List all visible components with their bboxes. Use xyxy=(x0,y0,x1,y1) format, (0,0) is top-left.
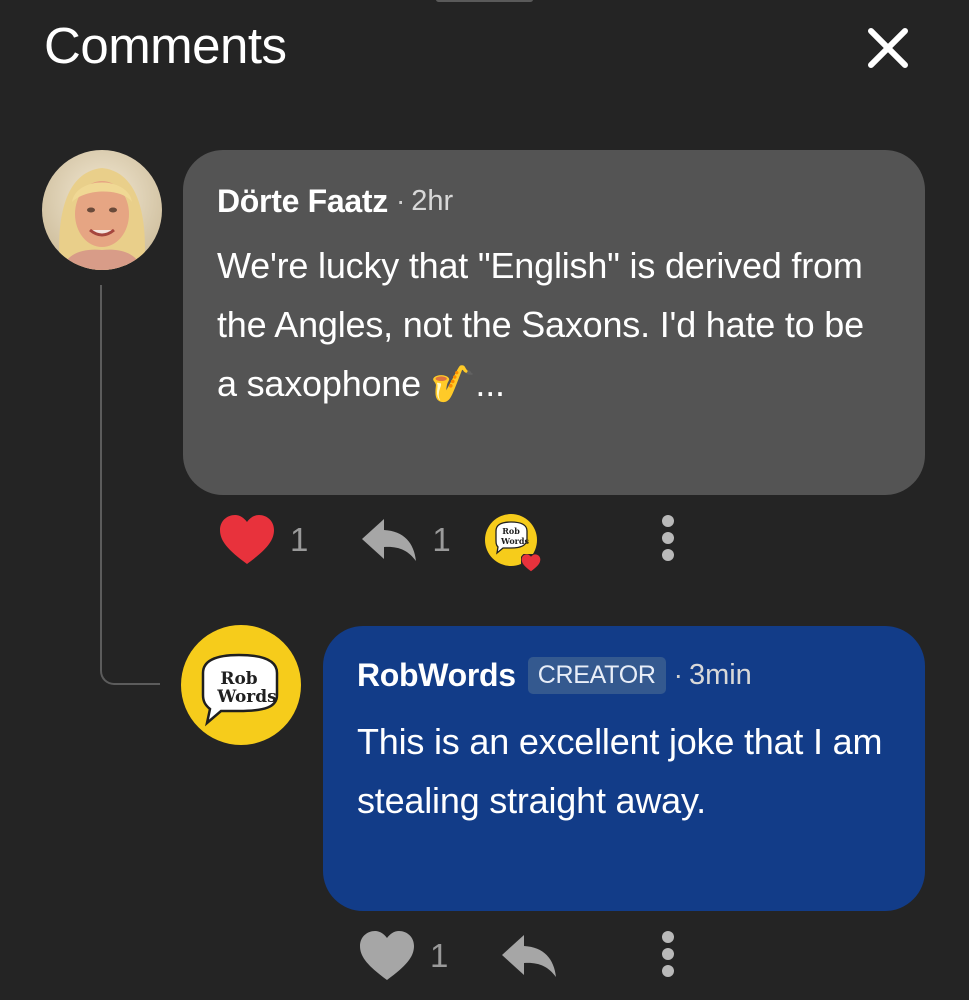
page-title: Comments xyxy=(44,17,287,74)
drag-handle[interactable] xyxy=(436,0,533,2)
comment-time: 2hr xyxy=(411,184,454,217)
more-vertical-icon xyxy=(662,515,674,527)
reply-icon xyxy=(502,935,557,977)
comment-text: This is an excellent joke that I am stea… xyxy=(357,721,883,821)
reply-thread-line xyxy=(100,285,160,685)
comment-time: 3min xyxy=(688,658,752,691)
like-count: 1 xyxy=(290,521,309,558)
heart-icon xyxy=(360,931,414,980)
creator-badge: CREATOR xyxy=(527,656,666,694)
avatar[interactable] xyxy=(42,150,162,270)
like-button[interactable]: 1 xyxy=(358,930,448,982)
comment-meta: Dörte Faatz · 2hr xyxy=(217,180,891,222)
more-vertical-icon-dot xyxy=(662,948,674,960)
svg-text:Rob: Rob xyxy=(220,669,257,689)
more-vertical-icon-dot xyxy=(662,549,674,561)
svg-text:Words: Words xyxy=(216,687,276,707)
user-photo-avatar xyxy=(42,150,162,270)
close-button[interactable] xyxy=(858,18,918,78)
robwords-logo-icon: Rob Words xyxy=(201,653,279,727)
more-vertical-icon-dot xyxy=(662,965,674,977)
heart-icon xyxy=(220,515,274,564)
reply-icon xyxy=(362,519,417,561)
more-vertical-icon xyxy=(662,931,674,943)
comment-bubble: RobWords CREATOR · 3min This is an excel… xyxy=(323,626,925,911)
like-count: 1 xyxy=(430,937,449,974)
comment-bubble: Dörte Faatz · 2hr We're lucky that "Engl… xyxy=(183,150,925,495)
reply-count: 1 xyxy=(432,521,451,558)
meta-separator: · xyxy=(673,659,683,690)
svg-text:Words: Words xyxy=(500,536,529,546)
like-button[interactable]: 1 xyxy=(218,514,308,566)
comment-actions: 1 1 xyxy=(218,512,451,568)
svg-text:Rob: Rob xyxy=(502,526,520,536)
comment-meta: RobWords CREATOR · 3min xyxy=(357,654,891,696)
meta-separator: · xyxy=(395,185,406,216)
reply-button[interactable]: 1 xyxy=(360,517,451,563)
close-icon xyxy=(868,28,908,68)
more-vertical-icon-dot xyxy=(662,532,674,544)
more-options-button[interactable] xyxy=(658,512,678,568)
comments-panel: Comments Dörte Faatz · 2hr We're lucky t… xyxy=(0,0,969,1000)
comment-author[interactable]: Dörte Faatz xyxy=(217,183,388,220)
comment-actions: 1 xyxy=(358,928,558,984)
reply-button[interactable] xyxy=(500,933,558,979)
more-options-button[interactable] xyxy=(658,928,678,984)
comment-text: We're lucky that "English" is derived fr… xyxy=(217,245,864,404)
comment-author[interactable]: RobWords xyxy=(357,657,516,694)
heart-icon xyxy=(521,554,541,572)
avatar[interactable]: Rob Words xyxy=(181,625,301,745)
creator-reaction-badge[interactable]: Rob Words xyxy=(485,514,541,572)
